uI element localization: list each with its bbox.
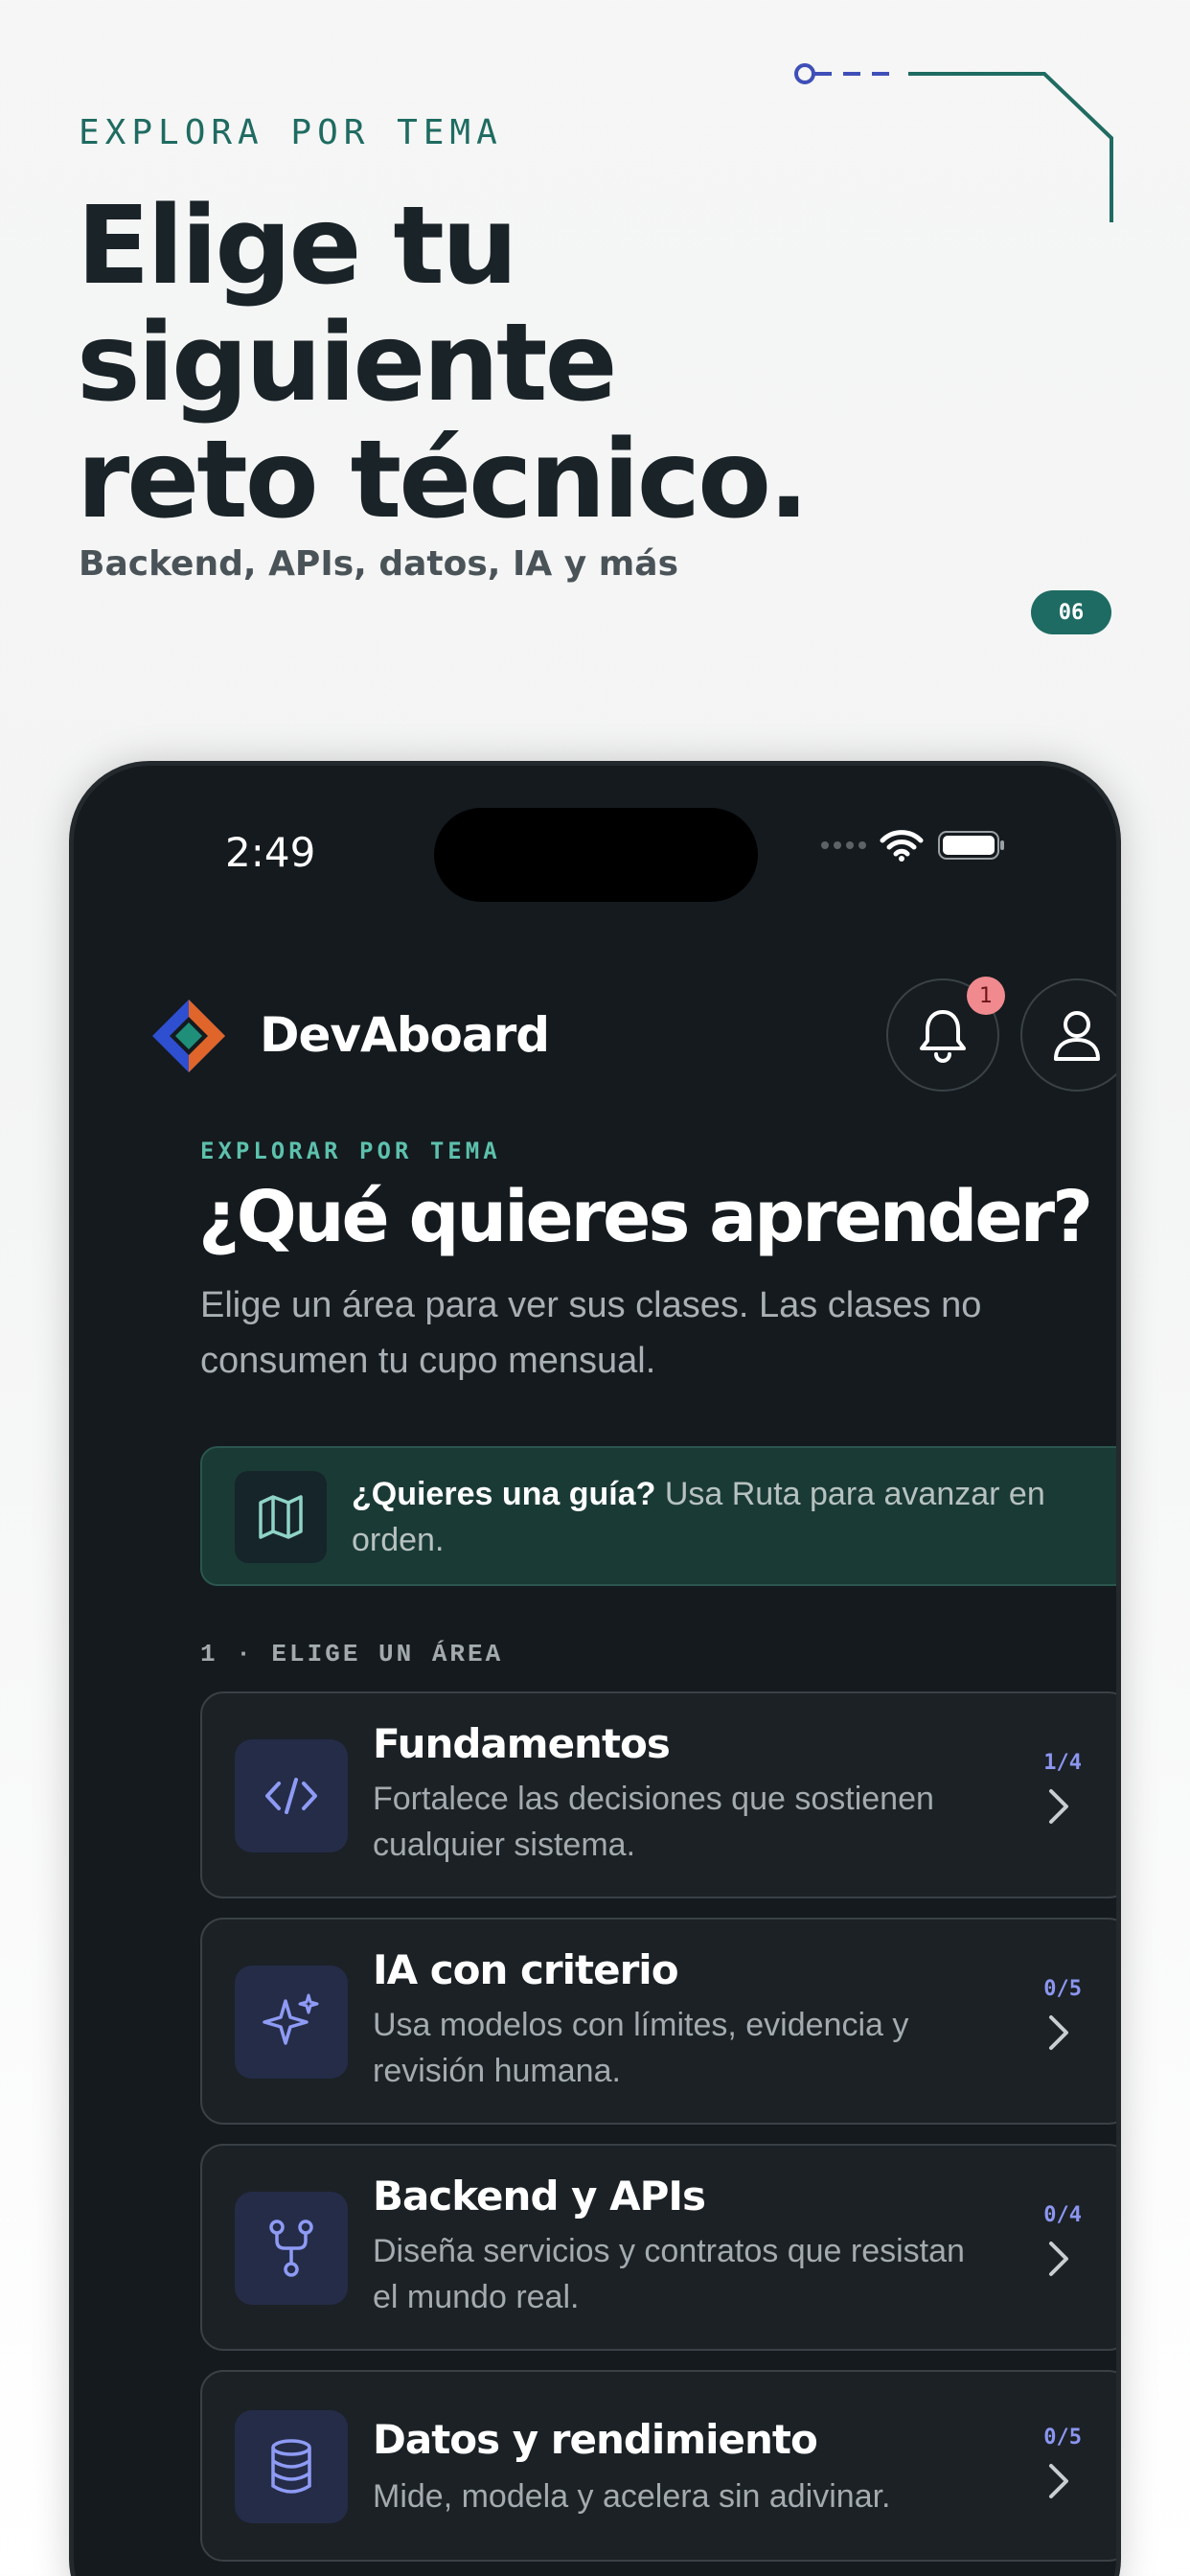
area-progress: 1/4 xyxy=(1043,1751,1082,1775)
step-label: 1 · ELIGE UN ÁREA xyxy=(200,1640,504,1668)
battery-icon xyxy=(938,831,1004,860)
area-description: Mide, modela y acelera sin adivinar. xyxy=(373,2478,891,2515)
area-title: Backend y APIs xyxy=(373,2173,706,2220)
notifications-button[interactable]: 1 xyxy=(886,977,1005,1092)
user-icon xyxy=(1054,1011,1100,1061)
phone-frame: 2:49 DevAboard 1 EXPLORAR POR TEMA ¿Qué … xyxy=(69,761,1121,2576)
area-title: Fundamentos xyxy=(373,1720,671,1767)
area-description: Usa modelos con límites, evidencia y rev… xyxy=(373,2007,909,2089)
area-card-backend-y-apis[interactable]: Backend y APIs Diseña servicios y contra… xyxy=(200,2144,1116,2351)
route-guide-banner[interactable]: ¿Quieres una guía? Usa Ruta para avanzar… xyxy=(200,1446,1116,1586)
headline-line-2: reto técnico. xyxy=(77,418,810,542)
page-number-badge: 06 xyxy=(1031,590,1111,634)
explore-description: Elige un área para ver sus clases. Las c… xyxy=(200,1285,982,1381)
status-time: 2:49 xyxy=(225,829,316,876)
guide-text: ¿Quieres una guía? Usa Ruta para avanzar… xyxy=(352,1471,1109,1563)
database-icon xyxy=(235,2410,348,2523)
explore-eyebrow: EXPLORAR POR TEMA xyxy=(200,1138,501,1164)
headline-line-1: Elige tu siguiente xyxy=(77,184,618,426)
area-progress: 0/5 xyxy=(1043,1977,1082,2001)
area-description: Diseña servicios y contratos que resista… xyxy=(373,2233,965,2315)
area-progress: 0/4 xyxy=(1043,2203,1082,2227)
devaboard-logo-icon xyxy=(152,1000,225,1072)
git-fork-icon xyxy=(235,2192,348,2305)
brand-name: DevAboard xyxy=(260,1007,550,1063)
map-icon xyxy=(235,1471,327,1563)
area-description: Fortalece las decisiones que sostienen c… xyxy=(373,1781,934,1863)
wifi-icon xyxy=(880,830,924,862)
area-card-fundamentos[interactable]: Fundamentos Fortalece las decisiones que… xyxy=(200,1691,1116,1898)
app-header: DevAboard 1 xyxy=(149,977,1116,1092)
chevron-right-icon xyxy=(1049,2464,1068,2498)
signal-icon xyxy=(821,841,866,849)
code-icon xyxy=(235,1739,348,1852)
profile-button[interactable] xyxy=(1020,978,1116,1092)
chevron-right-icon xyxy=(1049,2242,1068,2276)
promo-headline: Elige tu siguiente reto técnico. xyxy=(77,188,1073,539)
chevron-right-icon xyxy=(1049,1789,1068,1824)
guide-bold-text: ¿Quieres una guía? xyxy=(352,1476,656,1512)
promo-subline: Backend, APIs, datos, IA y más xyxy=(79,544,679,584)
notification-badge: 1 xyxy=(967,977,1005,1015)
area-card-datos-y-rendimiento[interactable]: Datos y rendimiento Mide, modela y acele… xyxy=(200,2370,1116,2562)
dynamic-island xyxy=(434,808,758,902)
area-title: IA con criterio xyxy=(373,1946,679,1993)
area-title: Datos y rendimiento xyxy=(373,2416,818,2463)
area-card-ia-con-criterio[interactable]: IA con criterio Usa modelos con límites,… xyxy=(200,1918,1116,2125)
status-icons xyxy=(821,829,1006,862)
chevron-right-icon xyxy=(1049,2015,1068,2050)
promo-eyebrow: EXPLORA POR TEMA xyxy=(79,113,503,152)
explore-title: ¿Qué quieres aprender? xyxy=(198,1176,1093,1258)
area-progress: 0/5 xyxy=(1043,2426,1082,2450)
sparkles-icon xyxy=(235,1966,348,2079)
bell-icon xyxy=(920,1010,966,1063)
